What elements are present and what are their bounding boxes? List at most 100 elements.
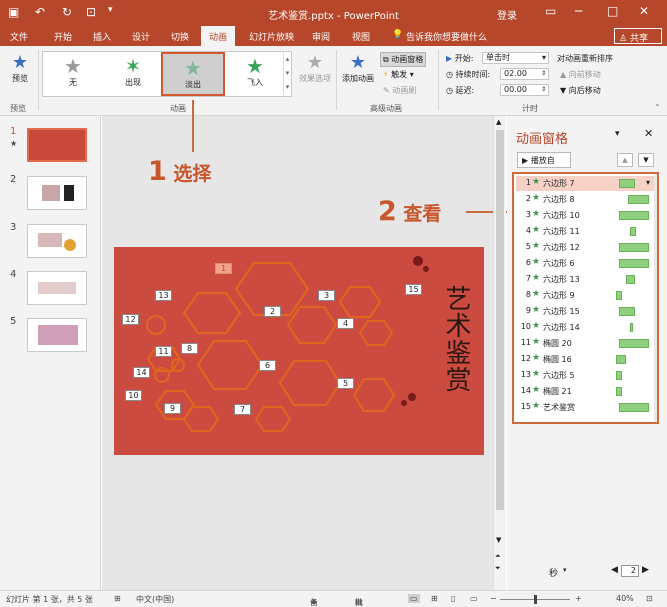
item-dropdown-icon[interactable]: ▾ [646, 178, 650, 187]
animation-list-item[interactable]: 3 ★ 六边形 10 [516, 208, 655, 223]
start-dropdown[interactable]: 单击时 ▾ [482, 52, 549, 64]
animation-list-item[interactable]: 9 ★ 六边形 15 [516, 304, 655, 319]
timing-bar[interactable] [619, 259, 649, 268]
list-scrollbar[interactable] [654, 174, 657, 422]
timing-bar[interactable] [616, 355, 626, 364]
pane-close-icon[interactable]: ✕ [644, 127, 653, 140]
zoom-level[interactable]: 40% [616, 594, 634, 603]
timing-bar[interactable] [619, 403, 649, 412]
next-slide-icon[interactable]: ⏷ [495, 564, 501, 573]
play-from-button[interactable]: ▶ 播放自 [517, 152, 571, 168]
timing-bar[interactable] [616, 371, 622, 380]
animation-list-item[interactable]: 11 ★ 椭圆 20 [516, 336, 655, 351]
animation-pane-icon: ⧉ [383, 55, 389, 64]
previous-slide-icon[interactable]: ⏶ [495, 552, 501, 561]
tell-me-search[interactable]: 告诉我你想要做什么 [406, 30, 487, 43]
slide-thumbnail-4[interactable] [27, 271, 87, 305]
slide-title-vertical[interactable]: 艺术鉴赏 [438, 285, 475, 393]
preview-button[interactable]: ★ 预览 [8, 52, 32, 84]
seconds-dropdown-icon[interactable]: ▾ [563, 566, 567, 574]
pane-options-icon[interactable]: ▾ [615, 129, 620, 139]
timing-bar[interactable] [619, 179, 635, 188]
move-up-icon[interactable]: ▲ [617, 153, 633, 167]
fit-slide-icon[interactable]: ⊡ [646, 594, 653, 603]
animation-list-item[interactable]: 12 ★ 椭圆 16 [516, 352, 655, 367]
move-down-icon[interactable]: ▼ [638, 153, 654, 167]
timing-bar[interactable] [630, 323, 633, 332]
zoom-slider-thumb[interactable] [534, 595, 537, 604]
timeline-scale[interactable]: 2 [621, 565, 639, 577]
effect-options-button[interactable]: ★ 效果选项 [297, 52, 333, 84]
animation-list-item[interactable]: 5 ★ 六边形 12 [516, 240, 655, 255]
slide-sorter-icon[interactable]: ⊞ [431, 594, 438, 603]
slide-thumbnail-5[interactable] [27, 318, 87, 352]
tab-transitions[interactable]: 切换 [171, 30, 189, 43]
animation-list-item[interactable]: 14 ★ 椭圆 21 [516, 384, 655, 399]
animation-list-item[interactable]: 4 ★ 六边形 11 [516, 224, 655, 239]
normal-view-icon[interactable]: ▭ [408, 594, 420, 603]
animation-list-item[interactable]: 6 ★ 六边形 6 [516, 256, 655, 271]
canvas-scrollbar[interactable]: ▲ ▼ ⏶ ⏷ [493, 116, 506, 590]
animation-pane-button[interactable]: ⧉ 动画窗格 [380, 52, 427, 67]
reading-view-icon[interactable]: ▯ [451, 594, 455, 603]
language-indicator[interactable]: 中文(中国) [136, 594, 174, 605]
slide-thumbnail-2[interactable] [27, 176, 87, 210]
slide-thumbnail-1[interactable] [27, 128, 87, 162]
move-later-button[interactable]: ▼ 向后移动 [560, 85, 601, 96]
animation-list-item[interactable]: 2 ★ 六边形 8 [516, 192, 655, 207]
animation-list-item[interactable]: 1 ★ 六边形 7 ▾ [516, 176, 655, 191]
trigger-button[interactable]: ⚡ 触发 ▾ [383, 69, 414, 80]
tab-insert[interactable]: 插入 [93, 30, 111, 43]
timing-bar[interactable] [616, 291, 622, 300]
tab-animations[interactable]: 动画 [201, 26, 236, 46]
slideshow-icon[interactable]: ▭ [470, 594, 478, 603]
animation-list-item[interactable]: 15 ★ 艺术鉴赏 [516, 400, 655, 415]
animation-tag: 5 [337, 378, 354, 389]
tab-home[interactable]: 开始 [54, 30, 72, 43]
timing-bar[interactable] [630, 227, 636, 236]
tab-file[interactable]: 文件 [10, 30, 28, 43]
animation-list-item[interactable]: 13 ★ 六边形 5 [516, 368, 655, 383]
close-button[interactable]: ✕ [639, 4, 649, 18]
delay-input[interactable]: 00.00 ⇕ [500, 84, 549, 96]
zoom-out-timeline-icon[interactable]: ◀ [611, 565, 618, 575]
zoom-in-timeline-icon[interactable]: ▶ [642, 565, 649, 575]
login-link[interactable]: 登录 [497, 7, 517, 22]
timing-bar[interactable] [619, 339, 649, 348]
collapse-ribbon-icon[interactable]: ⌃ [654, 103, 661, 112]
duration-input[interactable]: 02.00 ⇕ [500, 68, 549, 80]
animation-list-item[interactable]: 8 ★ 六边形 9 [516, 288, 655, 303]
animation-list-item[interactable]: 7 ★ 六边形 13 [516, 272, 655, 287]
animation-list-item[interactable]: 10 ★ 六边形 14 [516, 320, 655, 335]
move-earlier-button[interactable]: ▲ 向前移动 [560, 69, 601, 80]
zoom-in-icon[interactable]: + [575, 594, 582, 603]
maximize-button[interactable]: □ [607, 4, 618, 18]
timing-bar[interactable] [619, 307, 635, 316]
timing-bar[interactable] [619, 211, 649, 220]
timing-bar[interactable] [626, 275, 635, 284]
tab-design[interactable]: 设计 [132, 30, 150, 43]
share-button[interactable]: ♙ 共享 [614, 28, 662, 44]
tab-view[interactable]: 视图 [352, 30, 370, 43]
add-animation-button[interactable]: ★ 添加动画 [340, 52, 376, 84]
animation-painter-button[interactable]: ✎ 动画刷 [383, 85, 416, 96]
zoom-out-icon[interactable]: − [490, 594, 497, 603]
ribbon-options-icon[interactable]: ▭ [545, 4, 556, 18]
effect-appear[interactable]: ✶ 出现 [103, 52, 163, 96]
timing-bar[interactable] [619, 243, 649, 252]
spellcheck-icon[interactable]: ⊞ [114, 594, 121, 603]
slide-thumbnail-3[interactable] [27, 224, 87, 258]
timing-bar[interactable] [628, 195, 649, 204]
gallery-scroll-buttons[interactable]: ▴ ▾ ▾ [283, 52, 291, 96]
animation-pane-label: 动画窗格 [391, 55, 424, 64]
timing-bar[interactable] [616, 387, 622, 396]
minimize-button[interactable]: ─ [575, 4, 582, 18]
tab-slideshow[interactable]: 幻灯片放映 [249, 30, 294, 43]
scroll-down-icon[interactable]: ▼ [496, 536, 501, 544]
scroll-up-icon[interactable]: ▲ [496, 118, 501, 126]
scroll-thumb[interactable] [496, 130, 504, 510]
effect-fade[interactable]: ★ 淡出 [161, 52, 225, 96]
effect-fly-in[interactable]: ★ 飞入 [225, 52, 285, 96]
effect-none[interactable]: ★ 无 [43, 52, 103, 96]
tab-review[interactable]: 审阅 [312, 30, 330, 43]
